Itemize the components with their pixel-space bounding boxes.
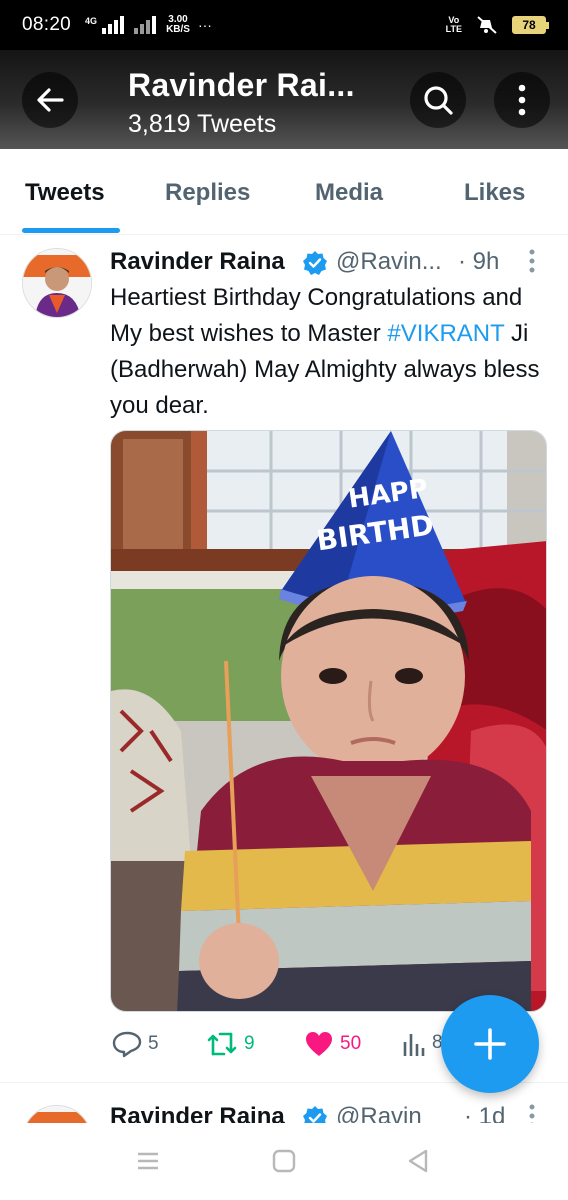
volte-indicator: Vo LTE: [446, 16, 462, 34]
author-name[interactable]: Ravinder Raina: [110, 1103, 285, 1123]
views-icon: [403, 1034, 425, 1056]
views-button[interactable]: 8: [402, 1030, 443, 1056]
network-type: 4G: [85, 16, 98, 26]
like-button[interactable]: 50: [304, 1030, 361, 1058]
tweet-text: Heartiest Birthday Congratulations and M…: [110, 280, 540, 424]
more-options-button[interactable]: [494, 72, 550, 128]
retweet-count: 9: [244, 1033, 255, 1054]
recents-icon[interactable]: [136, 1149, 160, 1173]
tweet-count: 3,819 Tweets: [128, 110, 277, 138]
tweet-image[interactable]: HAPP BIRTHD: [110, 430, 547, 1012]
search-button[interactable]: [410, 72, 466, 128]
home-icon[interactable]: [272, 1149, 296, 1173]
reply-button[interactable]: 5: [112, 1030, 159, 1058]
reply-count: 5: [148, 1033, 159, 1054]
tweet-time: · 1d: [464, 1103, 506, 1123]
verified-badge-icon: [303, 1106, 327, 1123]
retweet-button[interactable]: 9: [206, 1030, 255, 1058]
more-vertical-icon[interactable]: [524, 1103, 540, 1123]
mute-icon: [477, 16, 497, 34]
avatar[interactable]: [22, 248, 92, 318]
network-speed: 3.00 KB/S: [166, 15, 190, 35]
profile-header: Ravinder Rai... 3,819 Tweets: [0, 50, 568, 149]
status-time: 08:20: [22, 14, 72, 35]
tab-replies[interactable]: Replies: [165, 179, 250, 207]
tab-tweets[interactable]: Tweets: [25, 179, 105, 207]
active-tab-indicator: [22, 228, 120, 233]
plus-icon: [474, 1028, 506, 1060]
verified-badge-icon: [303, 251, 327, 275]
tweet[interactable]: Ravinder Raina @Ravin... · 9h Heartiest …: [0, 236, 568, 1082]
author-handle[interactable]: @Ravin: [336, 1103, 422, 1123]
avatar-image: [23, 249, 91, 317]
like-count: 50: [340, 1033, 362, 1054]
signal-icon: 4G: [85, 16, 157, 34]
tab-likes[interactable]: Likes: [464, 179, 525, 207]
compose-tweet-button[interactable]: [441, 995, 539, 1093]
back-button[interactable]: [22, 72, 78, 128]
nav-back-icon[interactable]: [406, 1149, 430, 1173]
status-bar: 08:20 4G 3.00 KB/S ··· Vo LTE 78: [0, 0, 568, 50]
more-vertical-icon: [518, 84, 526, 116]
arrow-left-icon: [37, 88, 64, 112]
profile-tabs: Tweets Replies Media Likes: [0, 149, 568, 235]
avatar-image: [23, 1106, 91, 1123]
profile-title: Ravinder Rai...: [128, 67, 355, 103]
tab-media[interactable]: Media: [315, 179, 383, 207]
heart-icon: [306, 1032, 332, 1056]
author-name[interactable]: Ravinder Raina: [110, 248, 285, 276]
tweet-time: · 9h: [458, 248, 500, 275]
system-nav-bar: [0, 1123, 568, 1200]
more-vertical-icon[interactable]: [524, 248, 540, 274]
author-handle[interactable]: @Ravin...: [336, 248, 442, 276]
retweet-icon: [207, 1032, 237, 1056]
battery-icon: 78: [512, 16, 549, 34]
volte-bottom: LTE: [445, 24, 462, 34]
hashtag-link[interactable]: #VIKRANT: [387, 320, 504, 347]
birthday-photo: HAPP BIRTHD: [111, 431, 546, 1011]
avatar[interactable]: [22, 1105, 92, 1123]
reply-icon: [112, 1031, 142, 1058]
search-icon: [424, 86, 453, 115]
speed-unit: KB/S: [166, 24, 190, 35]
status-more-dots: ···: [197, 17, 212, 33]
